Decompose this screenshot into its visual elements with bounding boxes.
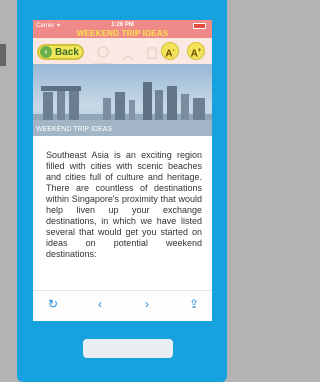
hero-image: WEEKEND TRIP IDEAS xyxy=(33,64,212,136)
status-bar: Carrier ✦ 1:26 PM WEEKEND TRIP IDEAS xyxy=(33,20,212,38)
clock-label: 1:26 PM xyxy=(111,22,134,28)
page-title: WEEKEND TRIP IDEAS xyxy=(76,29,169,38)
back-label: Back xyxy=(55,46,79,58)
font-increase-button[interactable]: A+ xyxy=(187,42,205,60)
browser-toolbar: ↻ ‹ › ⇪ xyxy=(33,290,212,317)
font-decrease-button[interactable]: A- xyxy=(161,42,179,60)
share-icon[interactable]: ⇪ xyxy=(189,297,199,311)
phone-frame: Carrier ✦ 1:26 PM WEEKEND TRIP IDEAS ‹ B… xyxy=(17,0,227,382)
home-button[interactable] xyxy=(83,339,173,358)
refresh-icon[interactable]: ↻ xyxy=(48,297,58,311)
app-screen: Carrier ✦ 1:26 PM WEEKEND TRIP IDEAS ‹ B… xyxy=(33,20,212,321)
back-arrow-icon: ‹ xyxy=(40,46,52,58)
hero-caption: WEEKEND TRIP IDEAS xyxy=(36,126,112,133)
back-chevron-icon[interactable]: ‹ xyxy=(98,297,102,311)
side-bar xyxy=(0,44,6,66)
back-button[interactable]: ‹ Back xyxy=(37,44,84,60)
font-decrease-label: A xyxy=(165,48,173,60)
article-text: Southeast Asia is an exciting region fil… xyxy=(46,150,202,259)
font-increase-label: A xyxy=(190,48,198,60)
forward-chevron-icon[interactable]: › xyxy=(145,297,149,311)
